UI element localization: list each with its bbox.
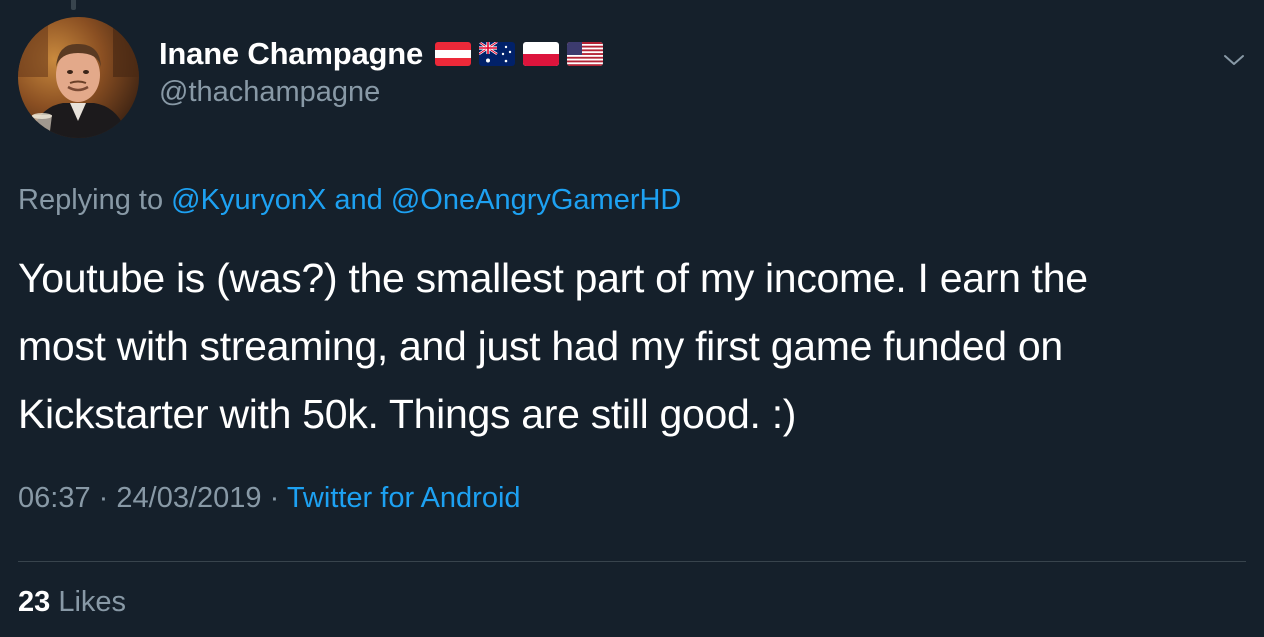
austria-flag-icon xyxy=(435,42,471,66)
tweet-author[interactable]: Inane Champagne @thachampagne xyxy=(159,34,603,109)
tweet-time[interactable]: 06:37 xyxy=(18,482,91,514)
thread-connector xyxy=(71,0,76,10)
mention-link-oneangrygamerhd[interactable]: @OneAngryGamerHD xyxy=(391,184,682,216)
australia-flag-icon xyxy=(479,42,515,66)
likes-count: 23 xyxy=(18,586,51,618)
tweet-text: Youtube is (was?) the smallest part of m… xyxy=(18,244,1248,448)
tweet-date[interactable]: 24/03/2019 xyxy=(116,482,261,514)
meta-separator: · xyxy=(269,482,280,514)
display-name[interactable]: Inane Champagne xyxy=(159,36,423,72)
tweet-text-line: Kickstarter with 50k. Things are still g… xyxy=(18,391,797,437)
likes-label: Likes xyxy=(58,586,127,618)
poland-flag-icon xyxy=(523,42,559,66)
replying-to: Replying to @KyuryonX and @OneAngryGamer… xyxy=(18,184,681,217)
usa-flag-icon xyxy=(567,42,603,66)
avatar[interactable] xyxy=(18,17,139,138)
likes-stat[interactable]: 23 Likes xyxy=(18,586,126,619)
user-handle[interactable]: @thachampagne xyxy=(159,76,603,109)
mention-joiner[interactable]: and xyxy=(334,184,382,216)
tweet-text-line: most with streaming, and just had my fir… xyxy=(18,323,1063,369)
replying-to-label: Replying to xyxy=(18,184,164,216)
meta-separator: · xyxy=(98,482,109,514)
tweet-source-link[interactable]: Twitter for Android xyxy=(287,482,521,514)
chevron-down-icon[interactable] xyxy=(1222,48,1246,72)
divider xyxy=(18,561,1246,562)
mention-link-kyuryonx[interactable]: @KyuryonX xyxy=(171,184,326,216)
tweet-meta: 06:37 · 24/03/2019 · Twitter for Android xyxy=(18,482,521,515)
tweet-text-line: Youtube is (was?) the smallest part of m… xyxy=(18,255,1088,301)
name-flags xyxy=(435,42,603,66)
avatar-image xyxy=(18,17,139,138)
